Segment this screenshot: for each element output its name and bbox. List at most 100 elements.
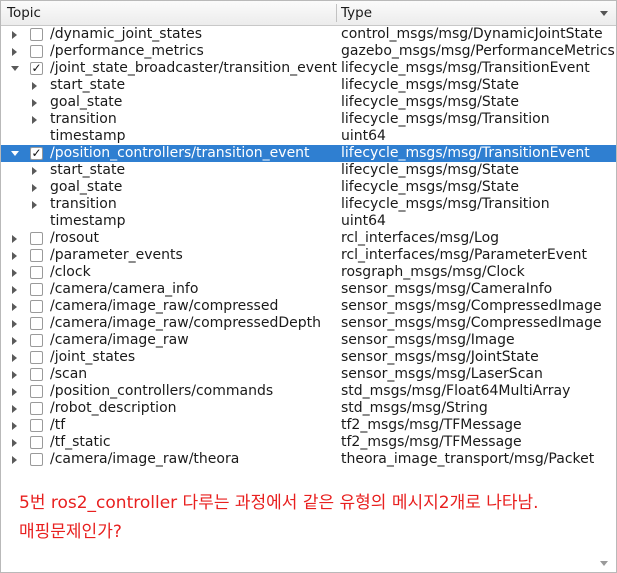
topic-name: /camera/image_raw/compressed (50, 298, 279, 314)
topic-checkbox[interactable] (30, 368, 43, 381)
topic-checkbox[interactable] (30, 266, 43, 279)
expand-arrow-icon[interactable] (32, 166, 37, 175)
topic-checkbox[interactable] (30, 419, 43, 432)
expand-arrow-icon[interactable] (12, 251, 17, 260)
expand-arrow-icon[interactable] (12, 421, 17, 430)
sort-indicator-icon[interactable] (600, 11, 608, 16)
topic-column-header[interactable]: Topic (7, 1, 41, 25)
topic-checkbox[interactable] (30, 385, 43, 398)
topic-type: sensor_msgs/msg/Image (341, 332, 515, 348)
collapse-arrow-icon[interactable] (11, 66, 19, 71)
tree-row[interactable]: /camera/camera_info sensor_msgs/msg/Camer… (1, 281, 616, 298)
tree-row[interactable]: ✓ /position_controllers/transition_event l… (1, 145, 616, 162)
topic-type: gazebo_msgs/msg/PerformanceMetrics (341, 43, 615, 59)
topic-checkbox[interactable] (30, 317, 43, 330)
tree-row[interactable]: /dynamic_joint_states control_msgs/msg/Dy… (1, 26, 616, 43)
collapse-arrow-icon[interactable] (11, 151, 19, 156)
tree-row[interactable]: /rosout rcl_interfaces/msg/Log (1, 230, 616, 247)
expand-arrow-icon[interactable] (12, 404, 17, 413)
tree-row[interactable]: goal_state lifecycle_msgs/msg/State (1, 94, 616, 111)
topic-name: /joint_state_broadcaster/transition_even… (50, 60, 337, 76)
tree-row[interactable]: /camera/image_raw/theora theora_image_tra… (1, 451, 616, 468)
tree-row[interactable]: timestamp uint64 (1, 213, 616, 230)
topic-checkbox[interactable] (30, 45, 43, 58)
tree-row[interactable]: transition lifecycle_msgs/msg/Transition (1, 111, 616, 128)
scroll-down-icon[interactable] (600, 561, 608, 566)
topic-name: start_state (50, 77, 126, 93)
topic-monitor-panel: Topic Type /dynamic_joint_states control_… (0, 0, 617, 573)
annotation-line-2: 매핑문제인가? (19, 522, 122, 542)
tree-row[interactable]: /camera/image_raw/compressed sensor_msgs/… (1, 298, 616, 315)
expand-arrow-icon[interactable] (12, 336, 17, 345)
topic-name: /camera/image_raw/compressedDepth (50, 315, 321, 331)
topic-type: rcl_interfaces/msg/ParameterEvent (341, 247, 587, 263)
tree-row[interactable]: start_state lifecycle_msgs/msg/State (1, 162, 616, 179)
tree-row[interactable]: /robot_description std_msgs/msg/String (1, 400, 616, 417)
column-divider[interactable] (336, 4, 337, 22)
topic-checkbox[interactable] (30, 28, 43, 41)
topic-name: /tf_static (50, 434, 111, 450)
tree-row[interactable]: timestamp uint64 (1, 128, 616, 145)
topic-checkbox[interactable] (30, 351, 43, 364)
expand-arrow-icon[interactable] (12, 268, 17, 277)
tree-row[interactable]: /parameter_events rcl_interfaces/msg/Para… (1, 247, 616, 264)
topic-checkbox[interactable] (30, 283, 43, 296)
tree-row[interactable]: ✓ /joint_state_broadcaster/transition_eve… (1, 60, 616, 77)
tree-row[interactable]: start_state lifecycle_msgs/msg/State (1, 77, 616, 94)
expand-arrow-icon[interactable] (12, 47, 17, 56)
topic-name: /camera/camera_info (50, 281, 199, 297)
topic-checkbox[interactable]: ✓ (30, 62, 43, 75)
topic-checkbox[interactable] (30, 232, 43, 245)
topic-name: goal_state (50, 179, 123, 195)
expand-arrow-icon[interactable] (12, 353, 17, 362)
topic-name: timestamp (50, 128, 126, 144)
expand-arrow-icon[interactable] (12, 319, 17, 328)
expand-arrow-icon[interactable] (12, 302, 17, 311)
topic-checkbox[interactable] (30, 402, 43, 415)
topic-name: /position_controllers/commands (50, 383, 274, 399)
tree-row[interactable]: /tf tf2_msgs/msg/TFMessage (1, 417, 616, 434)
tree-row[interactable]: /joint_states sensor_msgs/msg/JointState (1, 349, 616, 366)
tree-row[interactable]: /camera/image_raw sensor_msgs/msg/Image (1, 332, 616, 349)
topic-checkbox[interactable] (30, 249, 43, 262)
expand-arrow-icon[interactable] (12, 455, 17, 464)
topic-checkbox[interactable] (30, 453, 43, 466)
annotation-text: 5번 ros2_controller 다루는 과정에서 같은 유형의 메시지2개… (19, 489, 614, 547)
expand-arrow-icon[interactable] (12, 387, 17, 396)
expand-arrow-icon[interactable] (32, 200, 37, 209)
expand-arrow-icon[interactable] (12, 30, 17, 39)
tree-row[interactable]: /camera/image_raw/compressedDepth sensor_… (1, 315, 616, 332)
topic-name: goal_state (50, 94, 123, 110)
tree-row[interactable]: goal_state lifecycle_msgs/msg/State (1, 179, 616, 196)
tree-row[interactable]: transition lifecycle_msgs/msg/Transition (1, 196, 616, 213)
topic-name: /performance_metrics (50, 43, 204, 59)
expand-arrow-icon[interactable] (32, 183, 37, 192)
tree-row[interactable]: /position_controllers/commands std_msgs/m… (1, 383, 616, 400)
topic-type: lifecycle_msgs/msg/TransitionEvent (341, 60, 590, 76)
annotation-line-1: 5번 ros2_controller 다루는 과정에서 같은 유형의 메시지2개… (19, 493, 539, 513)
topic-type: std_msgs/msg/String (341, 400, 488, 416)
topic-checkbox[interactable]: ✓ (30, 147, 43, 160)
expand-arrow-icon[interactable] (32, 98, 37, 107)
expand-arrow-icon[interactable] (12, 438, 17, 447)
topic-type: lifecycle_msgs/msg/Transition (341, 196, 550, 212)
expand-arrow-icon[interactable] (32, 115, 37, 124)
topic-type: lifecycle_msgs/msg/State (341, 77, 519, 93)
expand-arrow-icon[interactable] (12, 370, 17, 379)
topic-checkbox[interactable] (30, 300, 43, 313)
topic-checkbox[interactable] (30, 436, 43, 449)
topic-name: transition (50, 196, 117, 212)
type-column-header[interactable]: Type (341, 1, 372, 25)
topic-type: uint64 (341, 128, 386, 144)
tree-row[interactable]: /performance_metrics gazebo_msgs/msg/Perf… (1, 43, 616, 60)
expand-arrow-icon[interactable] (12, 234, 17, 243)
topic-type: lifecycle_msgs/msg/State (341, 94, 519, 110)
topic-type: sensor_msgs/msg/CompressedImage (341, 315, 602, 331)
topic-checkbox[interactable] (30, 334, 43, 347)
topic-type: tf2_msgs/msg/TFMessage (341, 417, 522, 433)
tree-row[interactable]: /clock rosgraph_msgs/msg/Clock (1, 264, 616, 281)
tree-row[interactable]: /scan sensor_msgs/msg/LaserScan (1, 366, 616, 383)
expand-arrow-icon[interactable] (32, 81, 37, 90)
tree-row[interactable]: /tf_static tf2_msgs/msg/TFMessage (1, 434, 616, 451)
expand-arrow-icon[interactable] (12, 285, 17, 294)
